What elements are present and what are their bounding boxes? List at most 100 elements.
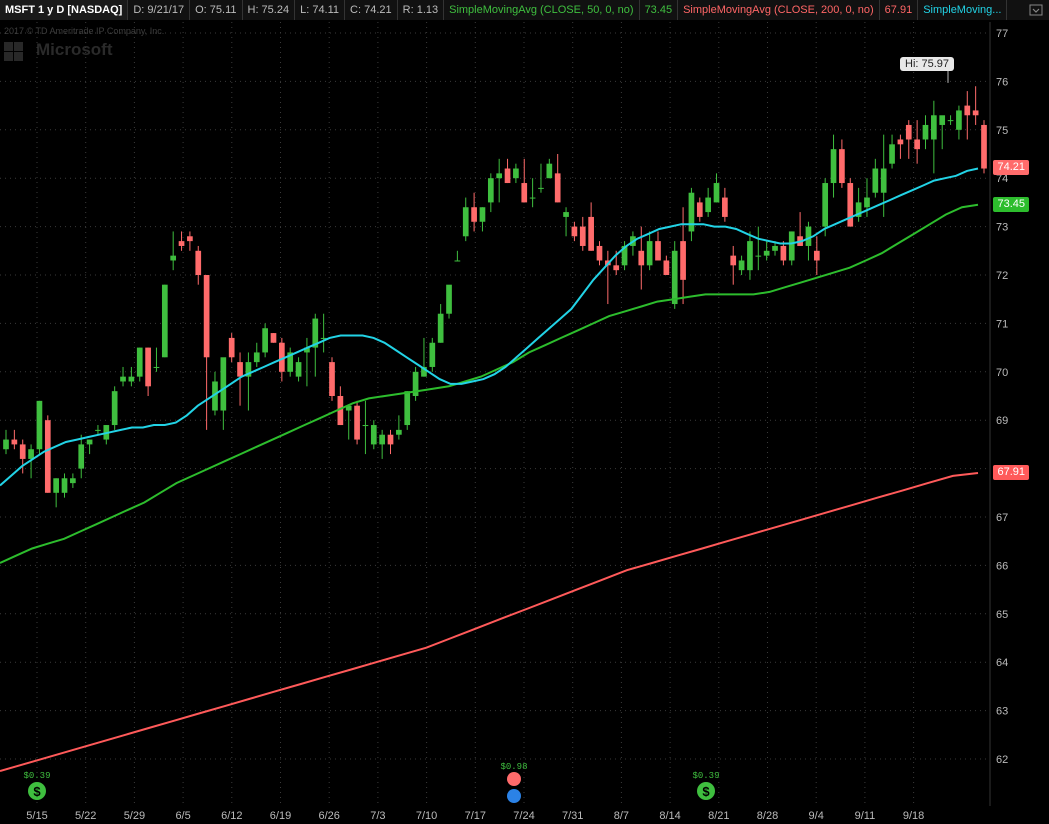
candle-body: [396, 429, 402, 435]
candle-body: [513, 168, 519, 179]
candle-body: [922, 124, 929, 140]
last-price-badge: 74.21: [993, 160, 1029, 176]
candle-body: [897, 139, 904, 145]
candle-body: [387, 434, 394, 445]
candle-body: [763, 250, 770, 256]
x-tick-label: 5/22: [75, 810, 96, 822]
candle-body: [780, 245, 787, 261]
candle-body: [253, 352, 260, 363]
candle-body: [613, 265, 620, 271]
candle-body: [788, 231, 795, 261]
candle-body: [563, 212, 569, 217]
candle-body: [78, 444, 85, 469]
sma200-badge: 67.91: [993, 464, 1029, 480]
candle-body: [905, 124, 912, 140]
candle-body: [496, 173, 503, 179]
candle-body: [738, 260, 745, 271]
candle-body: [462, 207, 469, 237]
high-bubble: Hi: 75.97: [900, 57, 955, 71]
y-tick-label: 64: [996, 657, 1008, 669]
candle-body: [889, 144, 895, 164]
candle-body: [529, 197, 536, 199]
y-tick-label: 70: [996, 367, 1008, 379]
candle-body: [571, 226, 578, 237]
dividend-icon-glyph: $: [33, 784, 41, 799]
candle-body: [872, 168, 879, 193]
candle-body: [972, 110, 979, 116]
candle-body: [479, 207, 486, 222]
y-tick-label: 69: [996, 415, 1008, 427]
candle-body: [220, 357, 227, 411]
candle-body: [446, 284, 452, 314]
candle-body: [203, 275, 210, 358]
x-tick-label: 6/19: [270, 810, 291, 822]
candle-body: [655, 241, 661, 261]
candle-body: [111, 391, 118, 426]
x-tick-label: 9/4: [809, 810, 824, 822]
y-tick-label: 62: [996, 754, 1008, 766]
candle-body: [864, 197, 870, 208]
x-tick-label: 7/17: [465, 810, 486, 822]
candle-body: [521, 183, 528, 203]
candle-body: [705, 197, 711, 213]
candle-body: [28, 449, 34, 459]
y-tick-label: 72: [996, 270, 1008, 282]
candle-body: [805, 226, 812, 246]
candle-body: [11, 439, 18, 445]
candle-body: [747, 241, 753, 271]
dividend-label: $0.39: [692, 771, 719, 781]
candle-body: [680, 241, 686, 280]
candle-body: [379, 434, 385, 445]
candle-body: [487, 178, 494, 203]
candle-body: [153, 366, 160, 368]
candle-body: [471, 207, 477, 222]
candle-body: [964, 105, 971, 116]
candle-body: [504, 168, 511, 184]
y-tick-label: 73: [996, 222, 1008, 234]
candle-body: [554, 173, 561, 203]
x-tick-label: 8/14: [659, 810, 680, 822]
sma50-badge: 73.45: [993, 196, 1029, 212]
y-tick-label: 63: [996, 706, 1008, 718]
candle-body: [596, 245, 603, 261]
candle-body: [404, 391, 411, 426]
y-tick-label: 77: [996, 28, 1008, 40]
candle-body: [454, 260, 461, 262]
candle-body: [546, 163, 553, 179]
candle-body: [956, 110, 962, 130]
candle-body: [663, 260, 670, 275]
candle-body: [538, 187, 544, 189]
x-tick-label: 9/11: [855, 810, 876, 822]
candle-body: [170, 255, 177, 261]
candle-body: [61, 478, 68, 493]
candle-body: [262, 328, 268, 353]
candle-body: [839, 149, 845, 184]
candle-body: [19, 444, 26, 459]
y-tick-label: 66: [996, 560, 1008, 572]
sma200-line: [0, 472, 979, 773]
candle-body: [270, 333, 277, 343]
conference-call-icon: [507, 789, 521, 803]
candle-body: [128, 376, 135, 382]
sma-short-line: [0, 167, 979, 487]
candle-body: [36, 400, 43, 450]
price-chart[interactable]: 626364656667686970717273747576775/155/22…: [0, 0, 1049, 824]
candle-body: [44, 420, 51, 493]
candle-body: [95, 429, 101, 431]
x-tick-label: 6/5: [175, 810, 190, 822]
candle-body: [981, 124, 987, 169]
candle-body: [86, 439, 93, 445]
candle-body: [638, 250, 645, 266]
candle-body: [295, 362, 302, 377]
x-tick-label: 5/15: [26, 810, 47, 822]
x-tick-label: 7/24: [513, 810, 534, 822]
earnings-icon: [507, 772, 521, 786]
candle-body: [354, 405, 360, 440]
candle-body: [847, 183, 854, 227]
candle-body: [688, 192, 695, 232]
candle-body: [914, 139, 920, 150]
candle-body: [730, 255, 737, 266]
candle-body: [696, 202, 703, 217]
candle-body: [813, 250, 820, 261]
y-tick-label: 65: [996, 609, 1008, 621]
